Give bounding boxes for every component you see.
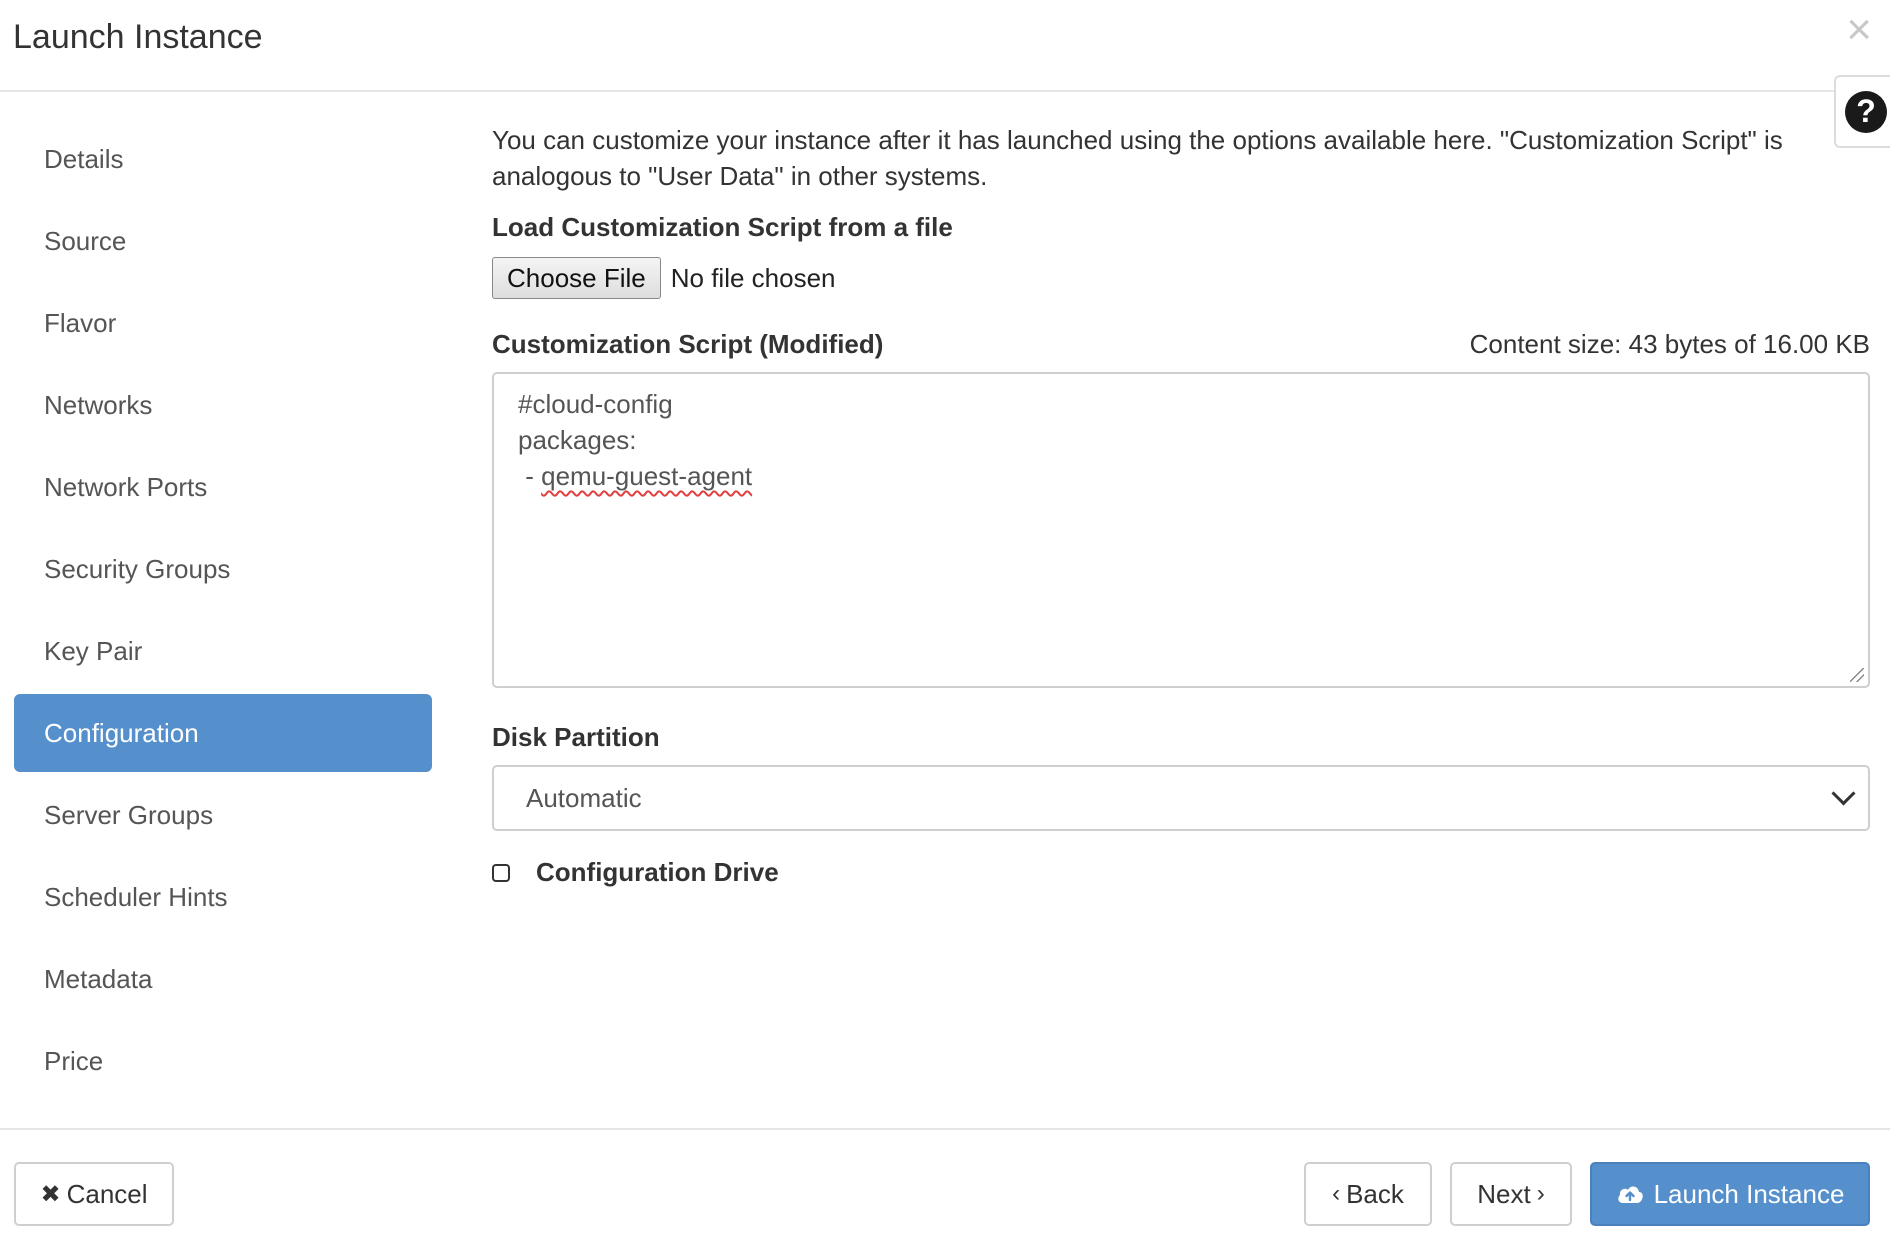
config-drive-row: Configuration Drive <box>492 857 1870 888</box>
sidebar-item-metadata[interactable]: Metadata <box>14 940 432 1018</box>
choose-file-button[interactable]: Choose File <box>492 257 661 299</box>
config-drive-checkbox[interactable] <box>492 863 510 882</box>
customization-script-textarea[interactable]: #cloud-config packages: - qemu-guest-age… <box>492 372 1870 688</box>
script-label: Customization Script (Modified) <box>492 329 884 359</box>
file-picker: Choose File No file chosen <box>492 257 1870 299</box>
sidebar-item-details[interactable]: Details <box>14 120 432 198</box>
config-drive-label: Configuration Drive <box>536 857 779 887</box>
modal-footer: ✖ Cancel ‹ Back Next › Launch Instance <box>0 1128 1890 1252</box>
script-header: Customization Script (Modified) Content … <box>492 329 1870 360</box>
sidebar-item-key-pair[interactable]: Key Pair <box>14 612 432 690</box>
content-size: Content size: 43 bytes of 16.00 KB <box>1469 329 1870 359</box>
sidebar-item-networks[interactable]: Networks <box>14 366 432 444</box>
next-button[interactable]: Next › <box>1450 1162 1572 1226</box>
resize-grip-icon[interactable] <box>1850 668 1864 682</box>
sidebar-item-scheduler-hints[interactable]: Scheduler Hints <box>14 858 432 936</box>
modal-header: Launch Instance × <box>0 0 1890 92</box>
script-line-3-package: qemu-guest-agent <box>541 461 753 491</box>
sidebar-item-configuration[interactable]: Configuration <box>14 694 432 772</box>
launch-instance-button[interactable]: Launch Instance <box>1590 1162 1870 1226</box>
next-label: Next <box>1477 1178 1531 1209</box>
sidebar-item-source[interactable]: Source <box>14 202 432 280</box>
script-line-1: #cloud-config <box>518 389 673 419</box>
configuration-description: You can customize your instance after it… <box>492 125 1783 191</box>
close-icon: ✖ <box>40 1180 61 1208</box>
wizard-sidebar: Details Source Flavor Networks Network P… <box>14 120 432 1104</box>
file-status: No file chosen <box>670 262 836 293</box>
cloud-upload-icon <box>1616 1183 1644 1205</box>
modal-title: Launch Instance <box>13 18 263 56</box>
chevron-right-icon: › <box>1536 1180 1545 1207</box>
close-icon[interactable]: × <box>1846 8 1872 52</box>
back-button[interactable]: ‹ Back <box>1304 1162 1432 1226</box>
configuration-panel: You can customize your instance after it… <box>492 122 1870 888</box>
cancel-label: Cancel <box>66 1178 148 1209</box>
sidebar-item-flavor[interactable]: Flavor <box>14 284 432 362</box>
sidebar-item-network-ports[interactable]: Network Ports <box>14 448 432 526</box>
sidebar-item-security-groups[interactable]: Security Groups <box>14 530 432 608</box>
chevron-left-icon: ‹ <box>1332 1180 1341 1207</box>
launch-label: Launch Instance <box>1653 1178 1845 1209</box>
back-label: Back <box>1346 1178 1404 1209</box>
load-script-label: Load Customization Script from a file <box>492 212 953 242</box>
disk-partition-label: Disk Partition <box>492 722 660 752</box>
cancel-button[interactable]: ✖ Cancel <box>14 1162 174 1226</box>
script-line-3-prefix: - <box>518 461 542 491</box>
sidebar-item-server-groups[interactable]: Server Groups <box>14 776 432 854</box>
script-line-2: packages: <box>518 425 637 455</box>
disk-partition-select[interactable]: Automatic <box>492 765 1870 831</box>
sidebar-item-price[interactable]: Price <box>14 1022 432 1100</box>
disk-partition-value: Automatic <box>526 782 642 813</box>
chevron-down-icon <box>1831 781 1856 806</box>
